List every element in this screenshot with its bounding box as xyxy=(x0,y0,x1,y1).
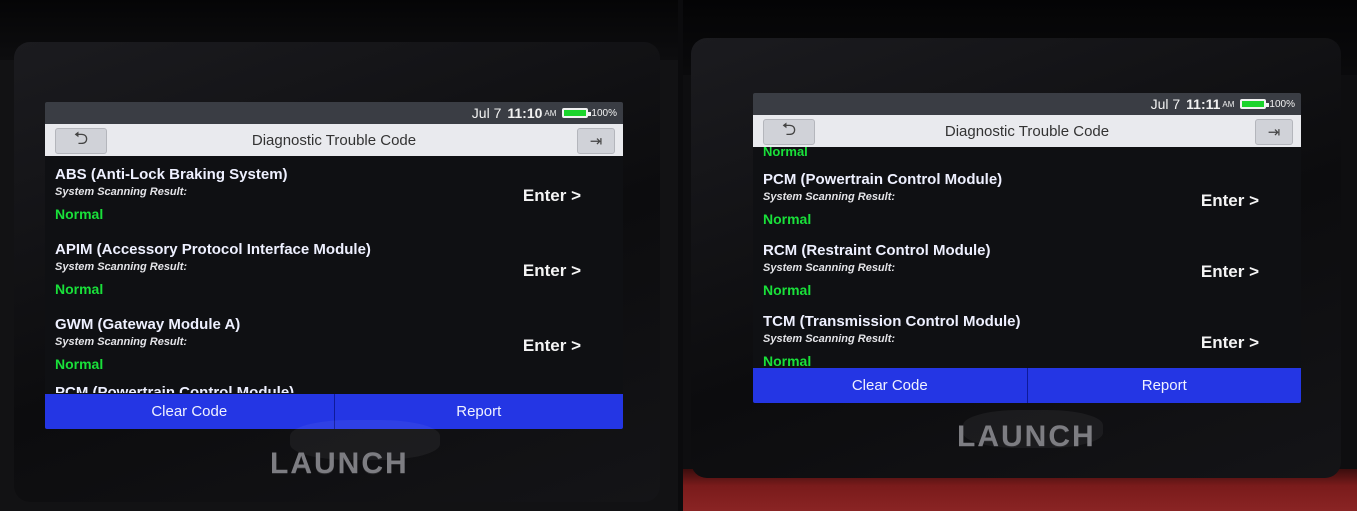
enter-button[interactable]: Enter > xyxy=(523,336,581,356)
partial-module-name: PCM (Powertrain Control Module) xyxy=(55,384,295,393)
status-ampm: AM xyxy=(544,108,557,118)
exit-icon: ⇥ xyxy=(589,133,603,150)
module-name: TCM (Transmission Control Module) xyxy=(763,313,1021,330)
photo-right: Jul 7 11:11 AM 100% ⮌ Diagnostic Trouble… xyxy=(683,0,1357,511)
clear-code-button[interactable]: Clear Code xyxy=(753,368,1027,403)
title-bar: ⮌ Diagnostic Trouble Code ⇥ xyxy=(45,124,623,156)
status-time: 11:10 xyxy=(507,105,543,121)
back-button[interactable]: ⮌ xyxy=(55,128,107,154)
module-list: Normal PCM (Powertrain Control Module) S… xyxy=(753,147,1301,374)
photo-left: Jul 7 11:10 AM 100% ⮌ Diagnostic Trouble… xyxy=(0,0,678,511)
battery-icon xyxy=(562,108,592,118)
battery-percent: 100% xyxy=(1269,98,1295,110)
scan-status: Normal xyxy=(763,282,812,298)
list-item[interactable]: TCM (Transmission Control Module) System… xyxy=(753,303,1301,374)
back-button[interactable]: ⮌ xyxy=(763,119,815,145)
scan-status: Normal xyxy=(763,211,812,227)
list-item[interactable]: GWM (Gateway Module A) System Scanning R… xyxy=(45,306,623,381)
module-name: ABS (Anti-Lock Braking System) xyxy=(55,166,288,183)
scan-status: Normal xyxy=(55,356,104,372)
status-ampm: AM xyxy=(1222,99,1235,109)
enter-button[interactable]: Enter > xyxy=(1201,333,1259,353)
module-name: APIM (Accessory Protocol Interface Modul… xyxy=(55,241,371,258)
module-name: PCM (Powertrain Control Module) xyxy=(763,171,1003,188)
clear-code-button[interactable]: Clear Code xyxy=(45,394,334,429)
module-name: RCM (Restraint Control Module) xyxy=(763,242,991,259)
back-arrow-icon: ⮌ xyxy=(781,119,797,139)
device-screen: Jul 7 11:11 AM 100% ⮌ Diagnostic Trouble… xyxy=(753,93,1301,403)
back-arrow-icon: ⮌ xyxy=(73,128,89,148)
status-bar: Jul 7 11:10 AM 100% xyxy=(45,102,623,124)
exit-icon: ⇥ xyxy=(1267,124,1281,141)
partial-scan-status: Normal xyxy=(763,147,808,159)
battery-percent: 100% xyxy=(591,107,617,119)
scan-status: Normal xyxy=(55,206,104,222)
battery-icon xyxy=(1240,99,1270,109)
module-list: ABS (Anti-Lock Braking System) System Sc… xyxy=(45,156,623,393)
status-date: Jul 7 xyxy=(1150,96,1181,112)
list-item[interactable]: PCM (Powertrain Control Module) System S… xyxy=(753,161,1301,232)
page-title: Diagnostic Trouble Code xyxy=(251,131,417,149)
module-name: GWM (Gateway Module A) xyxy=(55,316,241,333)
launch-logo: LAUNCH xyxy=(957,420,1096,453)
enter-button[interactable]: Enter > xyxy=(523,261,581,281)
scan-status: Normal xyxy=(763,353,812,369)
page-title: Diagnostic Trouble Code xyxy=(944,122,1110,140)
action-bar: Clear Code Report xyxy=(753,368,1301,403)
list-item[interactable]: APIM (Accessory Protocol Interface Modul… xyxy=(45,231,623,306)
exit-button[interactable]: ⇥ xyxy=(577,128,615,154)
list-item[interactable]: RCM (Restraint Control Module) System Sc… xyxy=(753,232,1301,303)
enter-button[interactable]: Enter > xyxy=(1201,262,1259,282)
scan-status: Normal xyxy=(55,281,104,297)
status-time: 11:11 xyxy=(1186,96,1221,112)
status-date: Jul 7 xyxy=(471,105,502,121)
title-bar: ⮌ Diagnostic Trouble Code ⇥ xyxy=(753,115,1301,147)
device-screen: Jul 7 11:10 AM 100% ⮌ Diagnostic Trouble… xyxy=(45,102,623,429)
enter-button[interactable]: Enter > xyxy=(523,186,581,206)
list-item[interactable]: ABS (Anti-Lock Braking System) System Sc… xyxy=(45,156,623,231)
enter-button[interactable]: Enter > xyxy=(1201,191,1259,211)
status-bar: Jul 7 11:11 AM 100% xyxy=(753,93,1301,115)
exit-button[interactable]: ⇥ xyxy=(1255,119,1293,145)
launch-logo: LAUNCH xyxy=(270,447,409,480)
report-button[interactable]: Report xyxy=(1026,368,1302,403)
